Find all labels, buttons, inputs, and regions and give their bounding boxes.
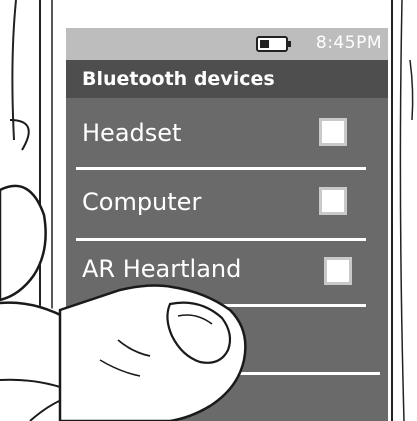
header-bar: Bluetooth devices <box>66 60 388 98</box>
device-label: AR Heartland <box>82 255 242 283</box>
status-time: 8:45PM <box>315 33 382 53</box>
row-divider <box>76 167 366 170</box>
device-label: Computer <box>82 188 202 216</box>
photo-scene: 8:45PM Bluetooth devices Headset Compute… <box>0 0 417 421</box>
battery-icon <box>256 36 291 52</box>
page-title: Bluetooth devices <box>82 68 275 90</box>
device-checkbox-ar-heartland[interactable] <box>324 257 352 285</box>
row-divider <box>76 304 366 307</box>
device-row-computer[interactable]: Computer <box>66 173 388 235</box>
row-divider <box>96 372 380 375</box>
device-row-ar-heartland[interactable]: AR Heartland <box>66 240 388 302</box>
device-checkbox-headset[interactable] <box>319 118 347 146</box>
device-checkbox-computer[interactable] <box>319 187 347 215</box>
phone-screen: 8:45PM Bluetooth devices Headset Compute… <box>66 28 388 421</box>
status-bar: 8:45PM <box>66 28 388 60</box>
device-row-headset[interactable]: Headset <box>66 104 388 166</box>
device-label: Headset <box>82 119 182 147</box>
